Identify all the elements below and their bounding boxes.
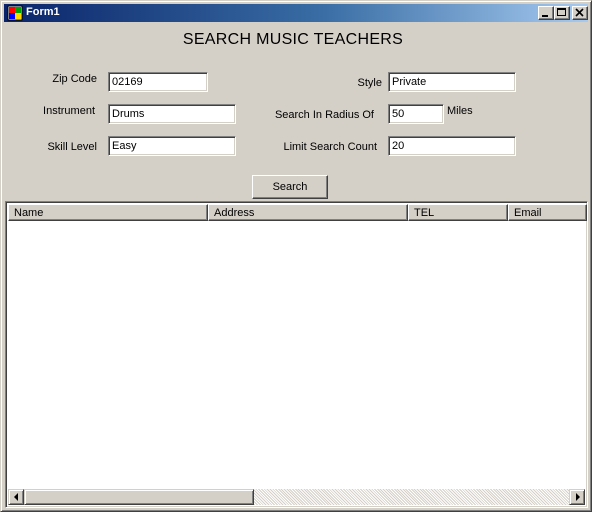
- arrow-right-icon: [576, 493, 580, 501]
- radius-label: Search In Radius Of: [274, 109, 374, 121]
- instrument-input[interactable]: [108, 104, 236, 124]
- page-title: SEARCH MUSIC TEACHERS: [182, 31, 404, 48]
- scroll-right-button[interactable]: [569, 489, 585, 505]
- radius-input[interactable]: [388, 104, 444, 124]
- column-header-email[interactable]: Email: [508, 204, 587, 221]
- search-button[interactable]: Search: [252, 175, 328, 199]
- limit-count-label: Limit Search Count: [283, 141, 377, 153]
- column-header-name[interactable]: Name: [8, 204, 208, 221]
- close-button[interactable]: [572, 6, 588, 20]
- arrow-left-icon: [14, 493, 18, 501]
- column-header-tel[interactable]: TEL: [408, 204, 508, 221]
- maximize-icon: [557, 8, 566, 16]
- results-list[interactable]: Name Address TEL Email: [5, 201, 588, 508]
- scroll-left-button[interactable]: [8, 489, 24, 505]
- results-header: Name Address TEL Email: [8, 204, 587, 221]
- close-icon: [575, 8, 584, 17]
- instrument-label: Instrument: [43, 105, 95, 117]
- zip-code-label: Zip Code: [52, 73, 97, 85]
- skill-level-label: Skill Level: [47, 141, 97, 153]
- zip-code-input[interactable]: [108, 72, 208, 92]
- window-title: Form1: [26, 6, 60, 18]
- column-header-address[interactable]: Address: [208, 204, 408, 221]
- horizontal-scrollbar[interactable]: [8, 489, 585, 505]
- main-window: Form1 SEARCH MUSIC TEACHERS Zip Code Ins…: [0, 0, 592, 512]
- minimize-button[interactable]: [538, 6, 554, 20]
- style-label: Style: [357, 77, 382, 89]
- maximize-button[interactable]: [554, 6, 570, 20]
- style-input[interactable]: [388, 72, 516, 92]
- limit-count-input[interactable]: [388, 136, 516, 156]
- radius-unit-label: Miles: [447, 105, 473, 117]
- scroll-thumb[interactable]: [24, 489, 254, 505]
- title-bar[interactable]: Form1: [4, 4, 588, 22]
- app-icon[interactable]: [7, 5, 23, 21]
- minimize-icon: [542, 15, 548, 17]
- skill-level-input[interactable]: [108, 136, 236, 156]
